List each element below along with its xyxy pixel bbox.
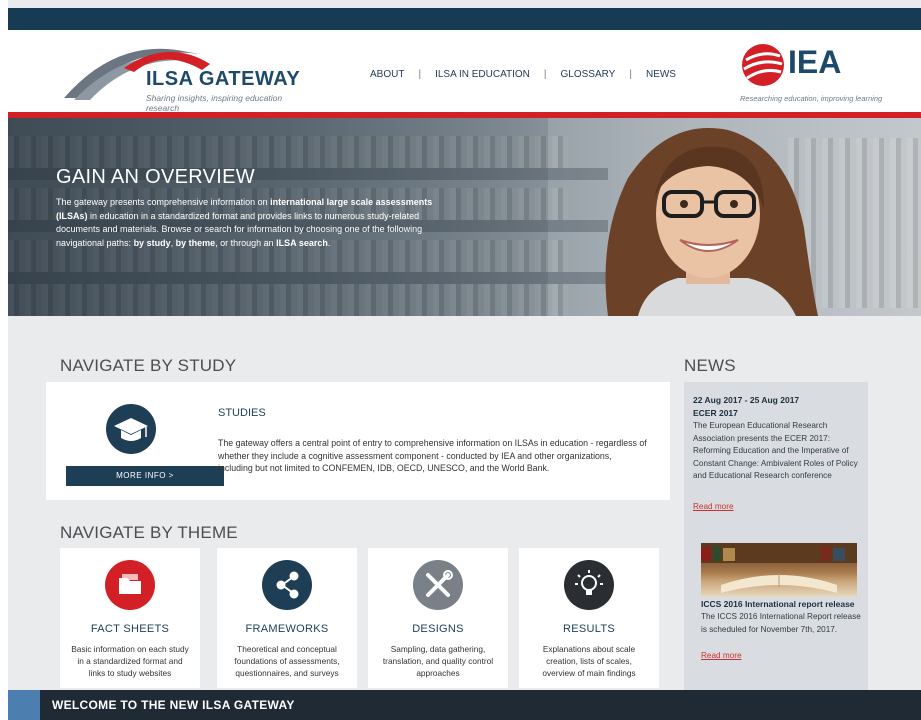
nav-ilsa-in-education[interactable]: ILSA IN EDUCATION bbox=[435, 69, 530, 80]
page: ILSA GATEWAY Sharing insights, inspiring… bbox=[8, 0, 921, 720]
graduation-cap-icon bbox=[106, 404, 156, 454]
theme-card-frameworks[interactable]: FRAMEWORKS Theoretical and conceptual fo… bbox=[217, 548, 357, 688]
theme-title: FACT SHEETS bbox=[90, 623, 170, 635]
logo-title: ILSA GATEWAY bbox=[146, 68, 301, 90]
banner-accent bbox=[8, 690, 40, 720]
theme-description: Sampling, data gathering, translation, a… bbox=[382, 644, 494, 678]
hero-banner: GAIN AN OVERVIEW The gateway presents co… bbox=[8, 118, 921, 316]
news-title: NEWS bbox=[684, 356, 736, 375]
theme-description: Explanations about scale creation, lists… bbox=[542, 644, 636, 678]
tools-icon bbox=[413, 560, 463, 610]
folder-icon bbox=[105, 560, 155, 610]
hero-description: The gateway presents comprehensive infor… bbox=[56, 197, 433, 248]
theme-card-fact-sheets[interactable]: FACT SHEETS Basic information on each st… bbox=[60, 548, 200, 688]
share-network-icon bbox=[262, 560, 312, 610]
hero-link-by-theme[interactable]: by theme bbox=[176, 238, 216, 248]
left-gutter bbox=[0, 0, 8, 720]
studies-description: The gateway offers a central point of en… bbox=[218, 438, 647, 473]
hero-link-ilsa-search[interactable]: ILSA search bbox=[276, 238, 328, 248]
top-bar bbox=[8, 8, 921, 30]
theme-title: FRAMEWORKS bbox=[245, 623, 329, 635]
hero-link-by-study[interactable]: by study bbox=[134, 238, 171, 248]
student-portrait-image bbox=[605, 128, 818, 316]
news-date: 22 Aug 2017 - 25 Aug 2017 bbox=[693, 395, 800, 405]
news-headline[interactable]: ICCS 2016 International report release bbox=[701, 599, 855, 609]
nav-glossary[interactable]: GLOSSARY bbox=[561, 69, 616, 80]
news-body: The European Educational Research Associ… bbox=[693, 421, 858, 480]
main-nav: ABOUT | ILSA IN EDUCATION | GLOSSARY | N… bbox=[370, 69, 676, 80]
ilsa-gateway-logo[interactable]: ILSA GATEWAY Sharing insights, inspiring… bbox=[60, 38, 310, 113]
iea-logo[interactable]: IEA Researching education, improving lea… bbox=[740, 38, 883, 108]
theme-title: DESIGNS bbox=[412, 623, 464, 635]
more-info-button[interactable]: MORE INFO > bbox=[66, 466, 224, 486]
theme-description: Theoretical and conceptual foundations o… bbox=[234, 644, 340, 678]
news-panel: 22 Aug 2017 - 25 Aug 2017 ECER 2017 The … bbox=[684, 382, 868, 692]
news-headline[interactable]: ECER 2017 bbox=[693, 408, 738, 418]
logo-tagline: Sharing insights, inspiring education re… bbox=[146, 93, 283, 113]
nav-separator: | bbox=[543, 69, 547, 80]
theme-title: RESULTS bbox=[562, 623, 616, 635]
open-book-image bbox=[701, 543, 857, 597]
iea-globe-icon bbox=[742, 44, 784, 86]
welcome-banner: WELCOME TO THE NEW ILSA GATEWAY bbox=[8, 690, 921, 720]
welcome-banner-text: WELCOME TO THE NEW ILSA GATEWAY bbox=[52, 698, 295, 712]
theme-card-designs[interactable]: DESIGNS Sampling, data gathering, transl… bbox=[368, 548, 508, 688]
site-header: ILSA GATEWAY Sharing insights, inspiring… bbox=[8, 30, 921, 114]
nav-about[interactable]: ABOUT bbox=[370, 69, 404, 80]
lightbulb-icon bbox=[564, 560, 614, 610]
iea-tagline: Researching education, improving learnin… bbox=[740, 94, 883, 103]
theme-card-results[interactable]: RESULTS Explanations about scale creatio… bbox=[519, 548, 659, 688]
navigate-by-study-title: NAVIGATE BY STUDY bbox=[60, 356, 237, 375]
nav-separator: | bbox=[418, 69, 422, 80]
nav-news[interactable]: NEWS bbox=[646, 69, 676, 80]
studies-card: MORE INFO > STUDIES The gateway offers a… bbox=[46, 382, 670, 500]
navigate-by-theme-title: NAVIGATE BY THEME bbox=[60, 523, 238, 542]
theme-description: Basic information on each study in a sta… bbox=[71, 644, 189, 678]
read-more-link[interactable]: Read more bbox=[693, 502, 734, 511]
iea-wordmark: IEA bbox=[788, 44, 842, 80]
read-more-link[interactable]: Read more bbox=[701, 651, 742, 660]
studies-heading[interactable]: STUDIES bbox=[218, 407, 266, 419]
news-body: The ICCS 2016 International Report relea… bbox=[701, 612, 861, 634]
nav-separator: | bbox=[629, 69, 632, 80]
hero-title: GAIN AN OVERVIEW bbox=[56, 166, 255, 188]
